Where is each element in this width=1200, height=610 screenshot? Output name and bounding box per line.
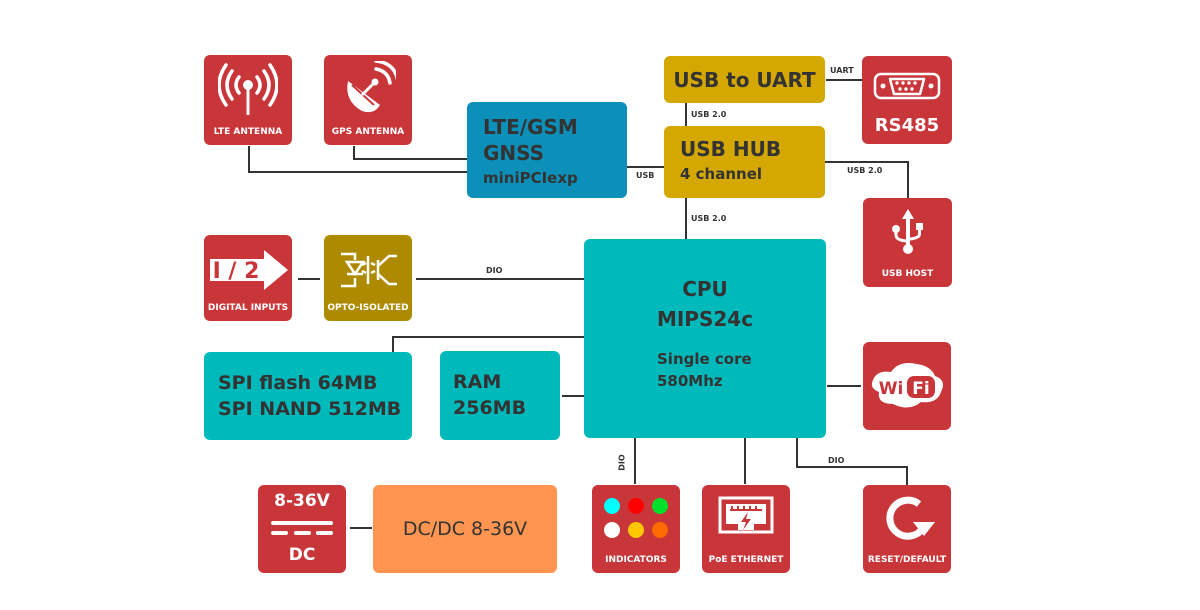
line-modem-usbhub: [626, 166, 666, 168]
ram-block[interactable]: RAM 256MB: [440, 351, 560, 440]
serial-port-icon: [862, 56, 952, 116]
line-opto-cpu: [416, 278, 584, 280]
usb-host-label: USB HOST: [881, 269, 934, 279]
conn-label-dio-reset: DIO: [828, 456, 845, 465]
conn-label-usb20-c: USB 2.0: [691, 214, 727, 223]
poe-ethernet-block[interactable]: PoE ETHERNET: [702, 485, 790, 573]
opto-isolated-label: OPTO-ISOLATED: [327, 303, 409, 313]
opto-isolated-block[interactable]: OPTO-ISOLATED: [324, 235, 412, 321]
conn-label-usb: USB: [636, 171, 655, 180]
line-power-dcdc: [350, 527, 372, 529]
line-spi-cpu-h: [392, 336, 584, 338]
led-dots-icon: [592, 485, 680, 551]
cpu-line1: CPU: [682, 277, 728, 301]
dc-symbol-icon: [271, 521, 333, 535]
ram-line1: RAM: [453, 371, 502, 393]
satellite-dish-icon: [324, 55, 412, 123]
cpu-line3: Single core: [657, 350, 752, 368]
led-dot: [628, 498, 644, 514]
indicators-block[interactable]: INDICATORS: [592, 485, 680, 573]
led-dot: [652, 522, 668, 538]
line-usbhub-cpu: [685, 198, 687, 240]
conn-label-uart: UART: [830, 66, 854, 75]
line-cpu-reset-h: [796, 466, 908, 468]
power-input-block[interactable]: 8-36V DC: [258, 485, 346, 573]
digital-inputs-block[interactable]: I / 2 DIGITAL INPUTS: [204, 235, 292, 321]
line-cpu-indicators: [634, 438, 636, 484]
line-usbhub-host-v: [907, 161, 909, 199]
reset-arrow-icon: [863, 485, 951, 553]
modem-line1: LTE/GSM: [483, 115, 578, 139]
line-cpu-poe: [744, 438, 746, 484]
led-dot: [604, 498, 620, 514]
power-input-top: 8-36V: [274, 491, 330, 511]
line-uart-usbhub: [685, 103, 687, 127]
conn-label-dio-opto: DIO: [486, 266, 503, 275]
arrow-right-icon: I / 2: [204, 235, 292, 305]
spi-flash-line1: SPI flash 64MB: [218, 372, 378, 394]
dcdc-block[interactable]: DC/DC 8-36V: [373, 485, 557, 573]
cpu-line4: 580Mhz: [657, 372, 723, 390]
usb-to-uart-label: USB to UART: [673, 67, 816, 92]
conn-label-dio-indicators: DIO: [617, 454, 627, 471]
modem-line3: miniPCIexp: [483, 169, 578, 187]
line-cpu-wifi: [827, 385, 861, 387]
led-dot: [604, 522, 620, 538]
usb-hub-line1: USB HUB: [680, 137, 782, 161]
usb-icon: [863, 198, 952, 266]
conn-label-usb20-b: USB 2.0: [847, 166, 883, 175]
line-lte-antenna-modem-v: [248, 146, 250, 172]
wifi-block[interactable]: Wi Fi: [863, 342, 951, 430]
usb-hub-block[interactable]: USB HUB 4 channel: [664, 126, 825, 198]
cpu-line2: MIPS24c: [656, 307, 754, 331]
wifi-text-wi: Wi: [879, 379, 904, 399]
led-dot: [628, 522, 644, 538]
power-input-bottom: DC: [288, 545, 316, 565]
reset-default-block[interactable]: RESET/DEFAULT: [863, 485, 951, 573]
ram-line2: 256MB: [453, 397, 527, 419]
gps-antenna-label: GPS ANTENNA: [331, 127, 405, 137]
line-uart-rs485: [826, 79, 862, 81]
usb-to-uart-block[interactable]: USB to UART: [664, 56, 825, 103]
spi-flash-line2: SPI NAND 512MB: [218, 398, 402, 420]
line-digital-opto: [298, 278, 320, 280]
optocoupler-icon: [324, 235, 412, 305]
modem-block[interactable]: LTE/GSM GNSS miniPCIexp: [467, 102, 627, 198]
conn-label-usb20-a: USB 2.0: [691, 110, 727, 119]
digital-inputs-label: DIGITAL INPUTS: [207, 303, 289, 313]
line-ram-cpu: [562, 395, 584, 397]
cpu-block[interactable]: CPU MIPS24c Single core 580Mhz: [584, 239, 826, 438]
spi-flash-block[interactable]: SPI flash 64MB SPI NAND 512MB: [204, 352, 412, 440]
digital-inputs-icon-text: I / 2: [213, 259, 260, 284]
ethernet-port-icon: [702, 485, 790, 551]
poe-ethernet-label: PoE ETHERNET: [708, 555, 784, 565]
indicators-label: INDICATORS: [605, 555, 667, 565]
reset-default-label: RESET/DEFAULT: [867, 555, 947, 565]
usb-hub-line2: 4 channel: [680, 165, 763, 183]
line-usbhub-host-h: [824, 161, 909, 163]
line-gps-antenna-modem-h: [353, 158, 468, 160]
modem-line2: GNSS: [483, 141, 545, 165]
usb-host-block[interactable]: USB HOST: [863, 198, 952, 287]
gps-antenna-block[interactable]: GPS ANTENNA: [324, 55, 412, 145]
lte-antenna-block[interactable]: LTE ANTENNA: [204, 55, 292, 145]
wifi-icon: Wi Fi: [863, 342, 951, 430]
wifi-text-fi: Fi: [912, 379, 929, 399]
antenna-icon: [204, 55, 292, 123]
dcdc-label: DC/DC 8-36V: [402, 518, 528, 540]
led-dot: [652, 498, 668, 514]
rs485-block[interactable]: RS485: [862, 56, 952, 144]
lte-antenna-label: LTE ANTENNA: [213, 127, 283, 137]
rs485-label: RS485: [874, 115, 940, 136]
line-cpu-reset-v2: [906, 466, 908, 486]
line-lte-antenna-modem-h: [248, 171, 468, 173]
line-cpu-reset-v1: [796, 438, 798, 468]
